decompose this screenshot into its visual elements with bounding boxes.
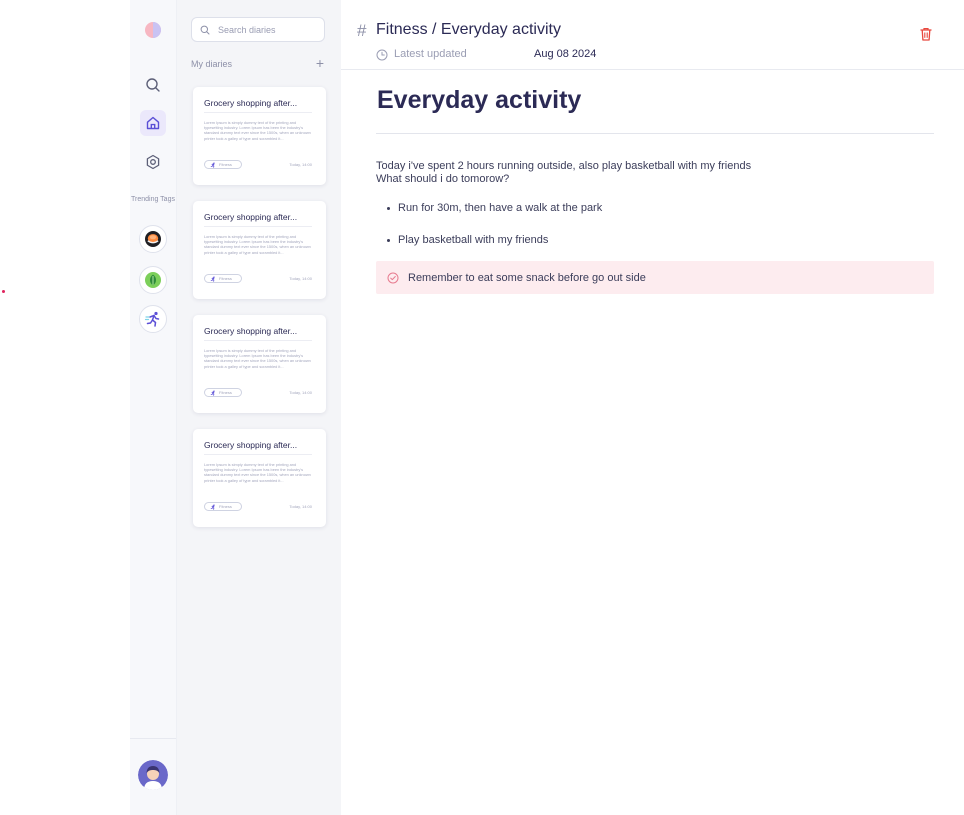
app-logo <box>145 22 161 38</box>
add-diary-button[interactable]: + <box>313 56 327 70</box>
runner-icon <box>210 390 215 396</box>
diary-card-tag-label: Fitness <box>219 276 232 281</box>
diary-card-time: Today, 14:00 <box>289 390 312 395</box>
divider <box>204 226 312 227</box>
diary-card-title: Grocery shopping after... <box>204 326 298 336</box>
search-icon <box>200 25 210 34</box>
diary-card[interactable]: Grocery shopping after... Lorem Ipsum is… <box>193 87 326 185</box>
sushi-tag-icon <box>145 231 161 247</box>
clock-icon <box>376 49 388 61</box>
diary-card-title: Grocery shopping after... <box>204 98 298 108</box>
tag-sushi-button[interactable] <box>139 225 167 253</box>
bullet-dot <box>387 207 390 210</box>
runner-icon <box>210 162 215 168</box>
rail-divider <box>130 738 176 739</box>
diary-card-tag[interactable]: Fitness <box>204 160 242 169</box>
user-avatar-icon <box>138 760 168 790</box>
page-title: Everyday activity <box>377 86 582 114</box>
runner-icon <box>210 504 215 510</box>
home-icon <box>146 116 160 130</box>
stray-dot <box>2 290 5 293</box>
tag-fitness-button[interactable] <box>139 305 167 333</box>
nav-rail: Trending Tags <box>130 0 177 815</box>
updated-label: Latest updated <box>394 48 467 60</box>
diary-card-tag-label: Fitness <box>219 162 232 167</box>
diary-card-time: Today, 14:00 <box>289 276 312 281</box>
divider <box>204 340 312 341</box>
check-circle-icon <box>387 272 399 283</box>
diary-card-tag[interactable]: Fitness <box>204 274 242 283</box>
bullet-item: Run for 30m, then have a walk at the par… <box>387 202 602 214</box>
trending-tags-label: Trending Tags <box>131 196 175 203</box>
leaf-tag-icon <box>145 272 161 288</box>
bullet-dot <box>387 239 390 242</box>
body-line: Today i've spent 2 hours running outside… <box>376 160 752 172</box>
title-divider <box>376 133 934 134</box>
diary-card-excerpt: Lorem Ipsum is simply dummy text of the … <box>204 462 311 483</box>
body-line: What should i do tomorow? <box>376 173 510 185</box>
trash-icon <box>920 28 932 41</box>
diary-card-time: Today, 14:00 <box>289 162 312 167</box>
diary-body: Today i've spent 2 hours running outside… <box>376 160 936 186</box>
diary-card-title: Grocery shopping after... <box>204 212 298 222</box>
diary-detail: # Fitness / Everyday activity Latest upd… <box>341 0 964 815</box>
avatar[interactable] <box>138 760 168 790</box>
home-nav-button[interactable] <box>140 110 166 136</box>
diary-card-excerpt: Lorem Ipsum is simply dummy text of the … <box>204 348 311 369</box>
reminder-callout: Remember to eat some snack before go out… <box>376 261 934 294</box>
runner-icon <box>210 276 215 282</box>
reminder-text: Remember to eat some snack before go out… <box>408 271 646 284</box>
search-nav-button[interactable] <box>140 72 166 98</box>
bullet-text: Play basketball with my friends <box>398 234 549 246</box>
diary-card-tag[interactable]: Fitness <box>204 388 242 397</box>
search-input[interactable] <box>216 23 320 36</box>
breadcrumb: Fitness / Everyday activity <box>376 21 561 38</box>
diaries-panel: My diaries + Grocery shopping after... L… <box>177 0 341 815</box>
delete-button[interactable] <box>918 26 934 42</box>
diary-card[interactable]: Grocery shopping after... Lorem Ipsum is… <box>193 201 326 299</box>
diary-card-tag[interactable]: Fitness <box>204 502 242 511</box>
divider <box>204 454 312 455</box>
runner-tag-icon <box>144 311 160 327</box>
bullet-item: Play basketball with my friends <box>387 234 548 246</box>
diary-card[interactable]: Grocery shopping after... Lorem Ipsum is… <box>193 315 326 413</box>
tag-leaf-button[interactable] <box>139 266 167 294</box>
diary-card-excerpt: Lorem Ipsum is simply dummy text of the … <box>204 234 311 255</box>
diary-card-excerpt: Lorem Ipsum is simply dummy text of the … <box>204 120 311 141</box>
my-diaries-title: My diaries <box>191 59 233 69</box>
diary-card-tag-label: Fitness <box>219 390 232 395</box>
settings-icon <box>146 154 160 170</box>
diary-card-tag-label: Fitness <box>219 504 232 509</box>
search-box[interactable] <box>191 17 325 42</box>
diary-card-title: Grocery shopping after... <box>204 440 298 450</box>
bullet-text: Run for 30m, then have a walk at the par… <box>398 202 603 214</box>
hash-icon: # <box>357 21 367 40</box>
divider <box>204 112 312 113</box>
diary-card-time: Today, 14:00 <box>289 504 312 509</box>
search-icon <box>146 78 160 92</box>
settings-nav-button[interactable] <box>140 149 166 175</box>
diary-card[interactable]: Grocery shopping after... Lorem Ipsum is… <box>193 429 326 527</box>
header-divider <box>341 69 964 70</box>
updated-date: Aug 08 2024 <box>534 48 597 60</box>
